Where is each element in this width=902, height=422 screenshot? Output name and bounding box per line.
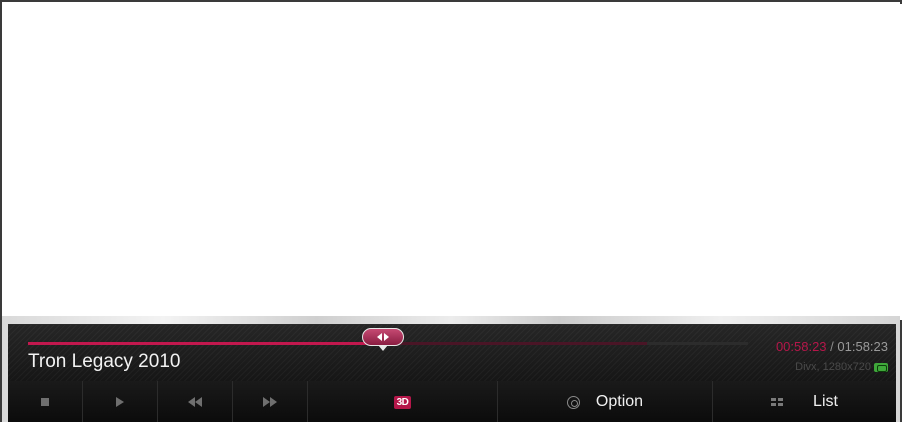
play-button[interactable] (83, 381, 158, 422)
format-info: Divx, 1280x720 (795, 361, 888, 373)
format-text: Divx, 1280x720 (795, 361, 871, 373)
subtitle-badge-icon (874, 362, 888, 372)
media-title: Tron Legacy 2010 (28, 351, 181, 372)
seek-left-arrow-icon (376, 333, 382, 341)
list-button[interactable]: List (713, 381, 896, 422)
3d-icon: 3D (393, 395, 412, 409)
fast-forward-button[interactable] (233, 381, 308, 422)
time-separator: / (826, 339, 838, 354)
video-area (4, 4, 902, 320)
rewind-button[interactable] (158, 381, 233, 422)
grid-icon (771, 398, 784, 406)
list-label: List (813, 393, 838, 410)
progress-fill (28, 342, 383, 345)
stop-button[interactable] (8, 381, 83, 422)
seek-right-arrow-icon (383, 333, 389, 341)
time-readout: 00:58:23 / 01:58:23 (776, 339, 888, 354)
stop-icon (41, 398, 49, 406)
info-panel: Tron Legacy 2010 00:58:23 / 01:58:23 Div… (8, 325, 896, 381)
fast-forward-icon (263, 397, 277, 407)
current-time: 00:58:23 (775, 339, 827, 354)
seek-handle[interactable] (361, 328, 404, 351)
option-label: Option (595, 393, 644, 410)
control-bar: 3D Option List (8, 381, 896, 422)
media-player-bar: Tron Legacy 2010 00:58:23 / 01:58:23 Div… (8, 324, 896, 422)
3d-button[interactable]: 3D (308, 381, 498, 422)
option-button[interactable]: Option (498, 381, 713, 422)
progress-buffered (382, 342, 648, 345)
play-icon (116, 397, 124, 407)
total-time: 01:58:23 (837, 339, 888, 354)
rewind-icon (188, 397, 202, 407)
gear-icon (566, 395, 580, 409)
progress-bar[interactable] (28, 328, 748, 351)
